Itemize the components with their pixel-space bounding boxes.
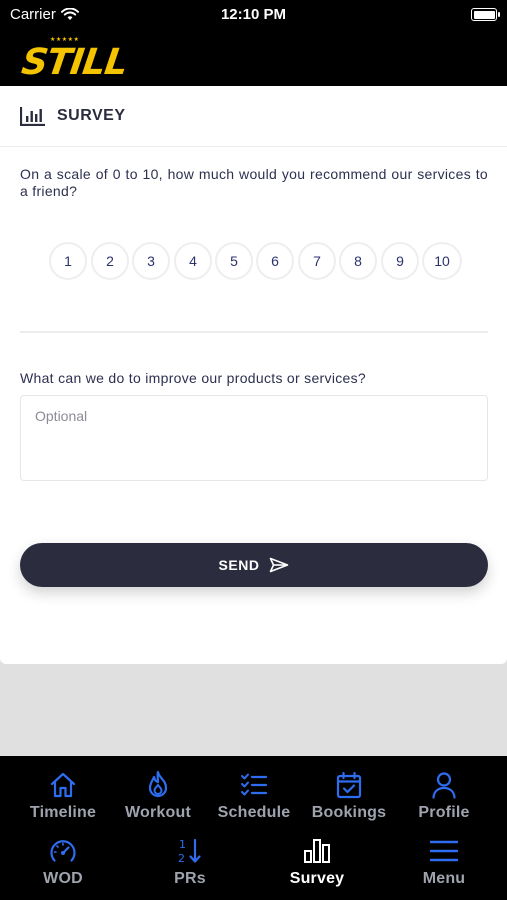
svg-text:2: 2 xyxy=(178,852,185,865)
rating-option-8[interactable]: 8 xyxy=(339,242,377,280)
rating-scale: 1 2 3 4 5 6 7 8 9 10 xyxy=(0,236,507,286)
tab-prs[interactable]: 1 2 PRs xyxy=(140,836,240,888)
tab-menu[interactable]: Menu xyxy=(394,836,494,888)
tab-label: Workout xyxy=(125,804,191,821)
status-bar: Carrier 12:10 PM xyxy=(0,0,507,30)
tab-timeline[interactable]: Timeline xyxy=(13,770,113,822)
tab-survey[interactable]: Survey xyxy=(267,836,367,888)
bottom-tab-bar: Timeline Workout Schedule Bookings Profi… xyxy=(0,756,507,900)
rating-option-2[interactable]: 2 xyxy=(91,242,129,280)
tab-label: Profile xyxy=(418,804,470,821)
tab-label: Survey xyxy=(289,870,345,887)
tab-label: WOD xyxy=(43,870,83,887)
person-icon xyxy=(429,770,459,800)
tab-profile[interactable]: Profile xyxy=(394,770,494,822)
rating-option-7[interactable]: 7 xyxy=(298,242,336,280)
bar-chart-icon xyxy=(302,836,332,866)
checklist-icon xyxy=(239,770,269,800)
tab-schedule[interactable]: Schedule xyxy=(204,770,304,822)
clock: 12:10 PM xyxy=(220,6,287,23)
tab-label: Timeline xyxy=(29,804,97,821)
sort-numbers-icon: 1 2 xyxy=(175,836,205,866)
send-label: SEND xyxy=(218,557,260,573)
rating-option-5[interactable]: 5 xyxy=(215,242,253,280)
svg-text:1: 1 xyxy=(179,838,186,851)
rating-option-6[interactable]: 6 xyxy=(256,242,294,280)
rating-option-10[interactable]: 10 xyxy=(422,242,462,280)
hamburger-icon xyxy=(429,836,459,866)
app-header: ★★★★★ STILL xyxy=(0,30,507,86)
gauge-icon xyxy=(48,836,78,866)
tab-label: Bookings xyxy=(311,804,387,821)
flame-icon xyxy=(143,770,173,800)
tab-label: Menu xyxy=(422,870,466,887)
home-icon xyxy=(48,770,78,800)
rating-option-9[interactable]: 9 xyxy=(381,242,419,280)
tab-wod[interactable]: WOD xyxy=(13,836,113,888)
improve-feedback-field[interactable] xyxy=(20,395,488,481)
section-divider xyxy=(20,331,488,333)
send-icon xyxy=(270,557,289,573)
rating-option-1[interactable]: 1 xyxy=(49,242,87,280)
rating-option-3[interactable]: 3 xyxy=(132,242,170,280)
survey-title: SURVEY xyxy=(57,107,126,124)
tab-label: Schedule xyxy=(217,804,291,821)
survey-card: SURVEY On a scale of 0 to 10, how much w… xyxy=(0,86,507,664)
bar-chart-icon xyxy=(20,107,45,126)
rating-option-4[interactable]: 4 xyxy=(174,242,212,280)
survey-header: SURVEY xyxy=(0,86,507,147)
recommend-question: On a scale of 0 to 10, how much would yo… xyxy=(20,166,488,199)
battery-icon xyxy=(471,8,500,21)
tab-workout[interactable]: Workout xyxy=(108,770,208,822)
tab-bookings[interactable]: Bookings xyxy=(299,770,399,822)
logo-text: STILL xyxy=(19,42,130,83)
improve-question: What can we do to improve our products o… xyxy=(20,370,367,386)
tab-label: PRs xyxy=(174,870,206,887)
still-logo[interactable]: ★★★★★ STILL xyxy=(19,36,134,83)
calendar-check-icon xyxy=(334,770,364,800)
send-button[interactable]: SEND xyxy=(20,543,488,587)
